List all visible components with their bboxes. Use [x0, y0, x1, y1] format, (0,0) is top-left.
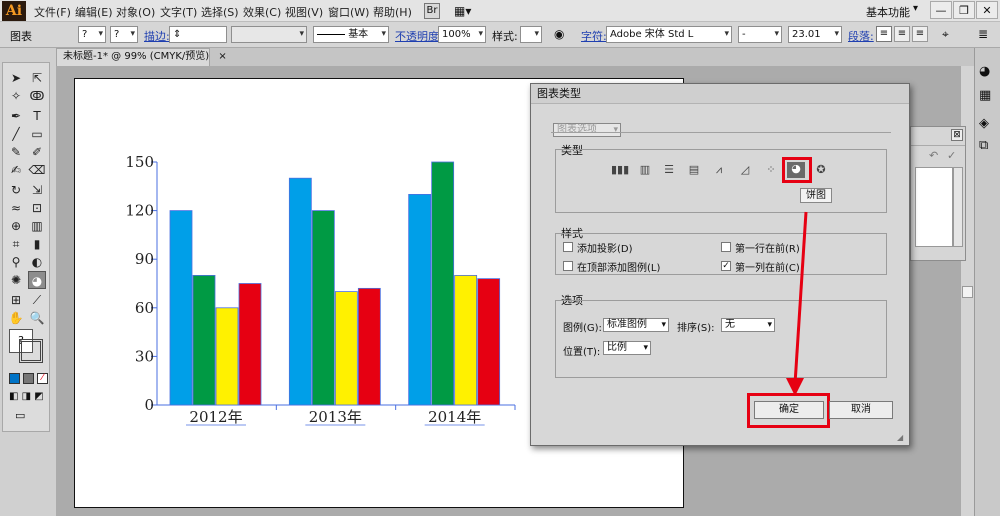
annotation-arrow-head — [786, 378, 804, 396]
annotation-arrow-layer — [786, 211, 808, 396]
annotation-arrow-line — [793, 211, 808, 385]
